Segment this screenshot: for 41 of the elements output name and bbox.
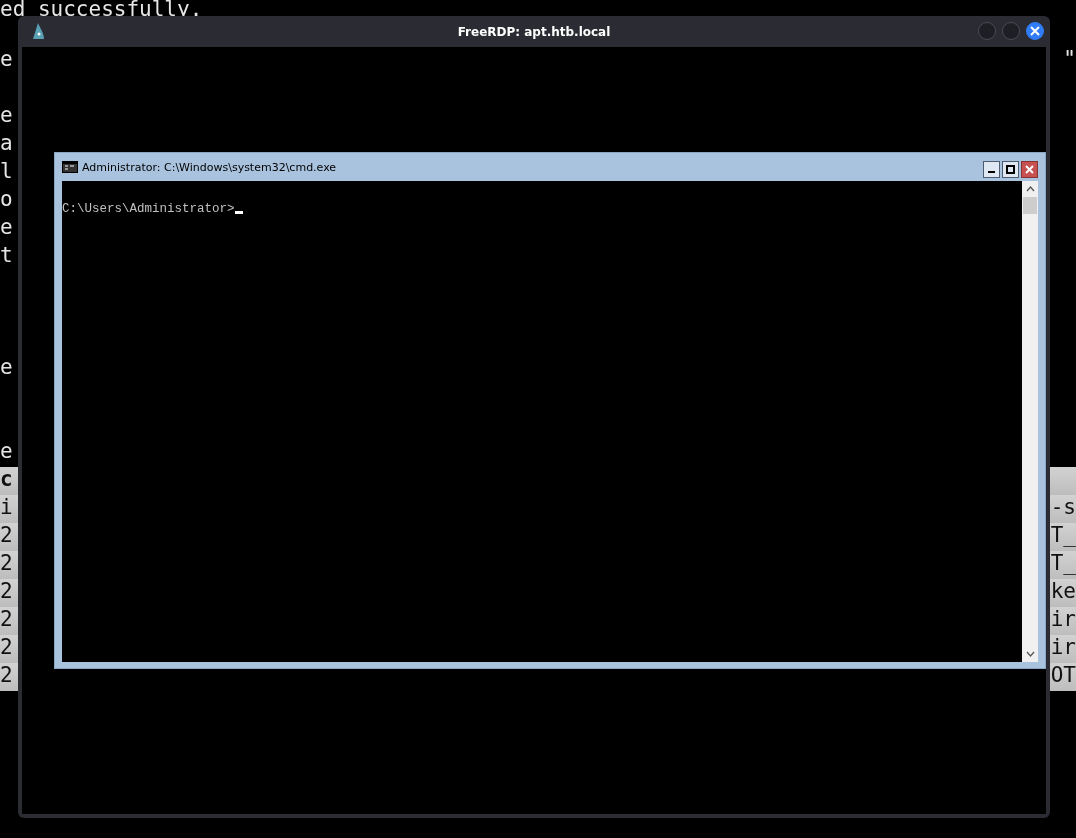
terminal-text: T_ xyxy=(1050,551,1076,577)
terminal-text: OT xyxy=(1050,663,1076,689)
scrollbar-thumb[interactable] xyxy=(1023,197,1037,214)
terminal-text: ir xyxy=(1050,607,1076,633)
terminal-text: e xyxy=(0,439,13,465)
terminal-text: ir xyxy=(1050,635,1076,661)
terminal-text: l xyxy=(0,159,13,185)
cmd-window-title: Administrator: C:\Windows\system32\cmd.exe xyxy=(82,160,338,174)
console-icon xyxy=(62,161,78,173)
maximize-button[interactable] xyxy=(1002,161,1019,178)
window-title: FreeRDP: apt.htb.local xyxy=(457,24,611,39)
command-prompt: C:\Users\Administrator> xyxy=(62,202,235,216)
terminal-text: a xyxy=(0,131,13,157)
close-icon xyxy=(1030,26,1040,36)
scrollbar[interactable] xyxy=(1022,181,1038,662)
terminal-text: 2 xyxy=(0,635,13,661)
terminal-text: t xyxy=(0,243,13,269)
terminal-text: 2 xyxy=(0,523,13,549)
terminal-text: 2 xyxy=(0,607,13,633)
close-button[interactable] xyxy=(1021,161,1038,178)
minimize-button[interactable] xyxy=(983,161,1000,178)
maximize-icon xyxy=(1006,165,1015,174)
terminal-text: e xyxy=(0,355,13,381)
terminal-text: e xyxy=(0,47,13,73)
terminal-text: 2 xyxy=(0,551,13,577)
terminal-text: e xyxy=(0,215,13,241)
terminal-text: 2 xyxy=(0,663,13,689)
terminal-text: 2 xyxy=(0,579,13,605)
terminal-text: ed successfully. xyxy=(0,0,203,19)
text-cursor xyxy=(234,211,243,214)
terminal-text: e xyxy=(0,103,13,129)
terminal-text: c xyxy=(0,467,13,493)
terminal-text: T_ xyxy=(1050,523,1076,549)
terminal-text: o xyxy=(0,187,13,213)
terminal-text: ke xyxy=(1050,579,1076,605)
close-icon xyxy=(1025,165,1034,174)
close-button[interactable] xyxy=(1026,22,1044,40)
terminal-text: -s xyxy=(1050,495,1076,521)
terminal-text: " xyxy=(1063,47,1076,73)
fin-logo-icon xyxy=(30,22,46,40)
terminal-text: i xyxy=(0,495,13,521)
